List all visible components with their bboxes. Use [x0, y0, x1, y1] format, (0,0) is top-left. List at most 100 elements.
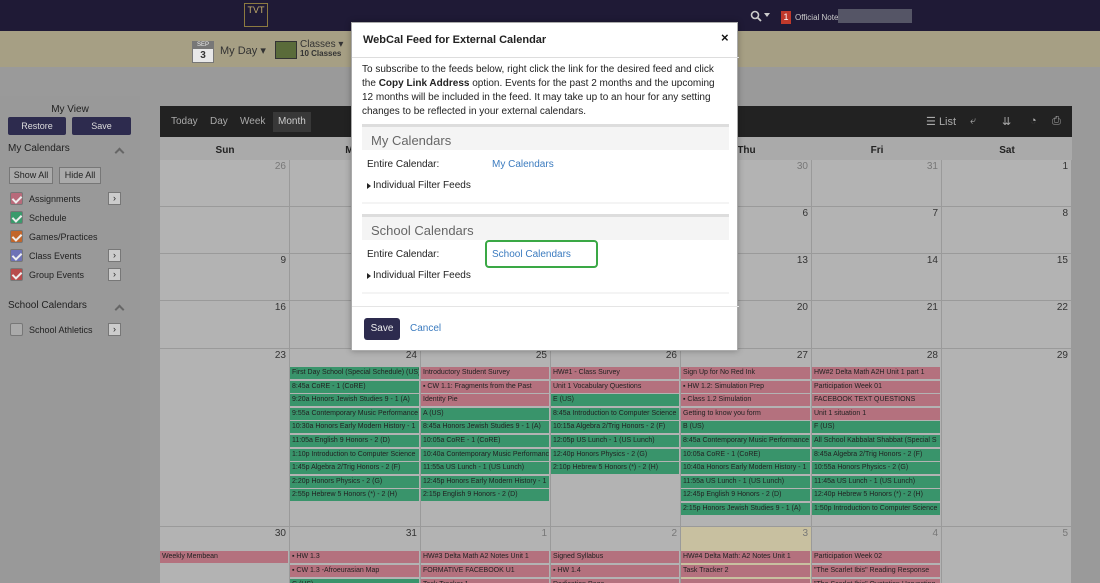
calendar-event[interactable]: 2:15p Honors Jewish Studies 9 - 1 (A) — [681, 503, 810, 515]
calendar-event[interactable]: First Day School (Special Schedule) (US) — [290, 367, 419, 379]
day-cell[interactable]: 30 Weekly Membean — [160, 527, 290, 583]
individual-filter-feeds-toggle[interactable]: Individual Filter Feeds — [373, 270, 471, 281]
my-day-dropdown[interactable]: My Day ▾ — [220, 44, 266, 57]
day-cell[interactable]: 27 Sign Up for No Red Ink ▪ HW 1.2: Simula… — [681, 349, 812, 527]
show-all-button[interactable]: Show All — [9, 167, 53, 184]
day-cell[interactable]: 21 — [812, 301, 942, 349]
calendar-event[interactable]: ▪ CW 1.1: Fragments from the Past — [421, 380, 549, 393]
calendar-event[interactable]: 10:30a Honors Early Modern History - 1 — [290, 421, 419, 434]
calendar-event[interactable]: 9:55a Contemporary Music Performance — [290, 407, 419, 420]
checkbox-icon[interactable] — [10, 211, 23, 224]
calendar-event[interactable]: Weekly Membean — [160, 551, 288, 563]
caret-right-icon[interactable] — [367, 183, 371, 189]
calendar-event[interactable]: 12:05p US Lunch - 1 (US Lunch) — [551, 435, 679, 447]
calendar-event[interactable]: 8:45a Introduction to Computer Science — [551, 407, 679, 420]
calendar-event[interactable]: Participation Week 01 — [812, 380, 940, 393]
school-logo[interactable]: TVT — [244, 3, 268, 27]
day-cell[interactable]: 23 — [160, 349, 290, 527]
calendar-event[interactable]: "The Scarlet Ibis" Reading Response — [812, 565, 940, 577]
chevron-right-icon[interactable]: › — [108, 249, 121, 262]
day-cell[interactable]: 24 First Day School (Special Schedule) (U… — [290, 349, 421, 527]
sidebar-item-1[interactable]: Schedule — [10, 211, 67, 225]
calendar-event[interactable]: 12:45p Honors Early Modern History - 1 — [421, 475, 549, 488]
calendar-event[interactable]: HW#4 Delta Math: A2 Notes Unit 1 — [681, 551, 810, 563]
calendar-event[interactable]: ▪ CW 1.3 -Afroeurasian Map — [290, 565, 419, 577]
calendar-event[interactable]: ▪ Class 1.2 Simulation — [681, 394, 810, 407]
day-cell[interactable]: 8 — [942, 207, 1072, 254]
calendar-event[interactable]: 12:45p English 9 Honors - 2 (D) — [681, 489, 810, 502]
calendar-event[interactable]: A (US) — [421, 407, 549, 420]
calendar-event[interactable]: 8:45a Honors Jewish Studies 9 - 1 (A) — [421, 421, 549, 434]
calendar-event[interactable]: HW#1 - Class Survey — [551, 367, 679, 379]
calendar-event[interactable]: E (US) — [551, 394, 679, 407]
day-cell[interactable]: 9 — [160, 254, 290, 301]
collapse-chevron-icon[interactable] — [114, 147, 125, 158]
day-cell[interactable]: 3 HW#4 Delta Math: A2 Notes Unit 1 Task Tr… — [681, 527, 812, 583]
calendar-event[interactable]: Sign Up for No Red Ink — [681, 367, 810, 379]
calendar-event[interactable]: Participation Week 02 — [812, 551, 940, 563]
sidebar-item-2[interactable]: Games/Practices — [10, 230, 98, 244]
calendar-event[interactable]: ▪ HW 1.4 — [551, 565, 679, 577]
search-dropdown-icon[interactable] — [764, 13, 770, 17]
calendar-event[interactable]: Task Tracker 1 — [421, 579, 549, 583]
chevron-right-icon[interactable]: › — [108, 192, 121, 205]
day-cell[interactable]: 5 — [942, 527, 1072, 583]
calendar-event[interactable]: 10:15a Algebra 2/Trig Honors - 2 (F) — [551, 421, 679, 434]
wrap-icon[interactable]: ⤶ — [970, 115, 976, 128]
checkbox-icon[interactable] — [10, 249, 23, 262]
calendar-event[interactable]: 2:10p Hebrew 5 Honors (*) - 2 (H) — [551, 462, 679, 475]
day-cell[interactable]: 16 — [160, 301, 290, 349]
calendar-event[interactable]: 12:40p Hebrew 5 Honors (*) - 2 (H) — [812, 489, 940, 502]
calendar-event[interactable]: 10:55a Honors Physics - 2 (G) — [812, 462, 940, 475]
official-note-link[interactable]: Official Note — [795, 13, 838, 22]
tab-month[interactable]: Month — [273, 112, 311, 132]
calendar-event[interactable]: 11:55a US Lunch - 1 (US Lunch) — [421, 462, 549, 475]
calendar-event[interactable]: Unit 1 situation 1 — [812, 407, 940, 420]
calendar-event[interactable]: 12:40p Honors Physics - 2 (G) — [551, 448, 679, 461]
sidebar-item-0[interactable]: Assignments — [10, 192, 81, 206]
classes-dropdown[interactable]: Classes ▾ 10 Classes — [300, 40, 343, 59]
calendar-event[interactable]: "The Scarlet Ibis" Quotation Harvesting — [812, 579, 940, 583]
calendar-event[interactable]: Signed Syllabus — [551, 551, 679, 563]
calendar-event[interactable]: FORMATIVE FACEBOOK U1 — [421, 565, 549, 577]
calendar-event[interactable]: Getting to know you form — [681, 407, 810, 420]
collapse-chevron-icon[interactable] — [114, 304, 125, 315]
calendar-event[interactable]: HW#3 Delta Math A2 Notes Unit 1 — [421, 551, 549, 563]
calendar-event[interactable]: HW#2 Delta Math A2H Unit 1 part 1 — [812, 367, 940, 379]
calendar-event[interactable]: 8:45a Contemporary Music Performance — [681, 435, 810, 447]
list-view-button[interactable]: ☰ List — [926, 115, 956, 128]
tab-week[interactable]: Week — [235, 112, 270, 132]
calendar-event[interactable]: B (US) — [681, 421, 810, 434]
calendar-day-icon[interactable]: SEP 3 — [192, 41, 214, 63]
save-button[interactable]: Save — [364, 318, 400, 340]
day-cell[interactable]: 28 HW#2 Delta Math A2H Unit 1 part 1 Parti… — [812, 349, 942, 527]
caret-right-icon[interactable] — [367, 273, 371, 279]
school-calendars-feed-link[interactable]: School Calendars — [492, 249, 571, 260]
tab-day[interactable]: Day — [205, 112, 233, 132]
day-cell[interactable]: 29 — [942, 349, 1072, 527]
calendar-event[interactable] — [681, 579, 810, 583]
calendar-event[interactable]: ▪ HW 1.2: Simulation Prep — [681, 380, 810, 393]
calendar-event[interactable]: 1:10p Introduction to Computer Science — [290, 448, 419, 461]
calendar-event[interactable]: Unit 1 Vocabulary Questions — [551, 380, 679, 393]
hide-all-button[interactable]: Hide All — [59, 167, 101, 184]
tab-today[interactable]: Today — [166, 112, 203, 132]
close-icon[interactable]: × — [721, 30, 729, 45]
calendar-event[interactable]: All School Kabbalat Shabbat (Special S — [812, 435, 940, 447]
checkbox-icon[interactable] — [10, 230, 23, 243]
calendar-event[interactable]: 10:05a CoRE - 1 (CoRE) — [421, 435, 549, 447]
chevron-right-icon[interactable]: › — [108, 323, 121, 336]
calendar-event[interactable]: F (US) — [812, 421, 940, 434]
day-cell[interactable]: 15 — [942, 254, 1072, 301]
search-icon[interactable] — [750, 10, 762, 22]
calendar-event[interactable]: Dedication Page — [551, 579, 679, 583]
calendar-event[interactable]: FACEBOOK TEXT QUESTIONS — [812, 394, 940, 407]
calendar-event[interactable]: 10:40a Contemporary Music Performance — [421, 448, 549, 461]
calendar-event[interactable]: 8:45a Algebra 2/Trig Honors - 2 (F) — [812, 448, 940, 461]
checkbox-icon[interactable] — [10, 323, 23, 336]
day-cell[interactable]: 7 — [812, 207, 942, 254]
sidebar-item-school-athletics[interactable]: School Athletics — [10, 323, 93, 337]
calendar-event[interactable]: 2:55p Hebrew 5 Honors (*) - 2 (H) — [290, 489, 419, 502]
calendar-event[interactable]: Identity Pie — [421, 394, 549, 407]
calendar-event[interactable]: Task Tracker 2 — [681, 565, 810, 577]
